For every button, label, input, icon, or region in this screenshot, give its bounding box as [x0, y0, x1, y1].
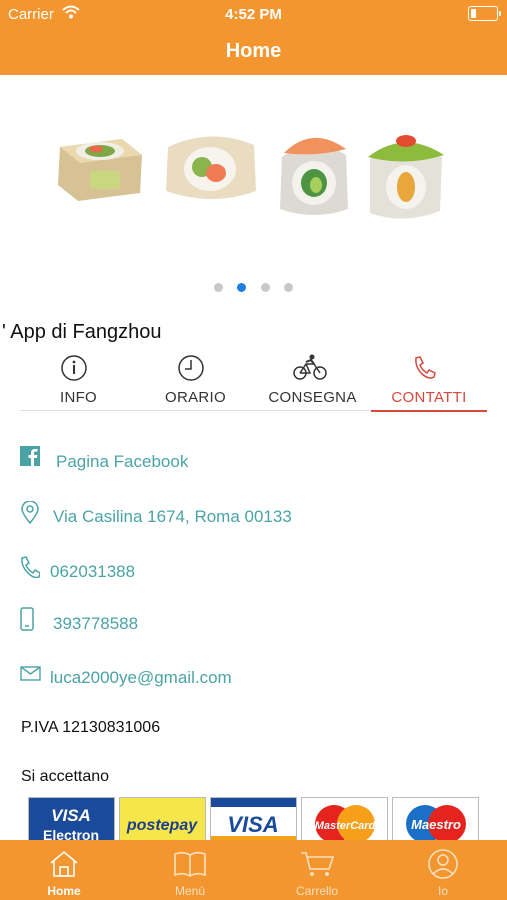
battery-icon [468, 6, 501, 21]
book-icon [174, 851, 206, 877]
carousel-dot[interactable] [284, 283, 294, 292]
svg-text:VISA: VISA [51, 806, 91, 825]
tab-orario[interactable]: ORARIO [137, 350, 254, 410]
info-icon [61, 355, 87, 381]
visa-logo: VISA [210, 797, 297, 844]
svg-text:Maestro: Maestro [411, 817, 461, 832]
sushi-roll-image [280, 137, 348, 215]
maestro-logo: Maestro [392, 797, 479, 844]
postepay-logo: postepay [119, 797, 206, 844]
tab-label: CONTATTI [391, 389, 467, 406]
clock-time: 4:52 PM [225, 6, 282, 23]
nav-header: Carrier 4:52 PM Home [0, 0, 507, 75]
bicycle-icon [293, 354, 327, 380]
svg-text:VISA: VISA [227, 812, 278, 837]
tab-consegna[interactable]: CONSEGNA [254, 350, 371, 410]
phone-icon [415, 356, 436, 379]
tabbar-profile[interactable]: Io [393, 840, 493, 900]
payments-heading: Si accettano [21, 768, 110, 785]
mobile-phone-icon [20, 607, 34, 631]
svg-text:postepay: postepay [126, 817, 198, 834]
facebook-icon [20, 446, 40, 466]
tabbar-cart[interactable]: Carrello [267, 840, 367, 900]
clock-icon [178, 355, 204, 381]
home-icon [50, 850, 78, 877]
tab-label: CONSEGNA [268, 389, 357, 406]
visa-electron-logo: VISA Electron [28, 797, 115, 844]
store-name: ' App di Fangzhou [2, 321, 162, 343]
active-tab-underline [371, 410, 487, 412]
carousel-dot[interactable] [213, 283, 223, 292]
tabbar-label: Home [47, 884, 81, 898]
tab-label: INFO [59, 389, 98, 406]
svg-text:MasterCard: MasterCard [315, 820, 376, 832]
cart-icon [301, 852, 335, 876]
sushi-roll-image [166, 136, 256, 199]
location-pin-icon [21, 501, 39, 525]
tabbar-label: Io [437, 884, 448, 898]
mobile-text: 393778588 [53, 614, 139, 633]
tabbar-label: Carrello [295, 884, 338, 898]
facebook-link-text: Pagina Facebook [56, 452, 189, 471]
image-carousel[interactable] [0, 75, 507, 300]
status-bar: Carrier 4:52 PM [0, 0, 507, 28]
tab-contatti[interactable]: CONTATTI [371, 350, 487, 412]
bottom-tab-bar: Home Menù Carrello Io [0, 840, 507, 900]
tab-label: ORARIO [165, 389, 226, 406]
carousel-dot[interactable] [260, 283, 270, 292]
email-text: luca2000ye@gmail.com [50, 668, 232, 687]
phone-text: 062031388 [50, 562, 136, 581]
info-tabs: INFO ORARIO CONSEGNA CONTATTI [20, 350, 487, 412]
address-text: Via Casilina 1674, Roma 00133 [53, 507, 292, 526]
sushi-roll-image [368, 135, 444, 219]
sushi-roll-image [58, 139, 142, 201]
tabbar-home[interactable]: Home [14, 840, 114, 900]
mastercard-logo: MasterCard [301, 797, 388, 844]
phone-icon [21, 556, 40, 578]
tabbar-menu[interactable]: Menù [140, 840, 240, 900]
user-icon [428, 849, 458, 879]
page-title: Home [225, 40, 282, 62]
carousel-dot[interactable] [237, 283, 247, 292]
email-icon [20, 666, 41, 681]
vat-number: P.IVA 12130831006 [21, 719, 161, 736]
tabbar-label: Menù [174, 884, 206, 898]
tab-info[interactable]: INFO [20, 350, 137, 410]
carousel-page-indicator[interactable] [0, 279, 507, 297]
